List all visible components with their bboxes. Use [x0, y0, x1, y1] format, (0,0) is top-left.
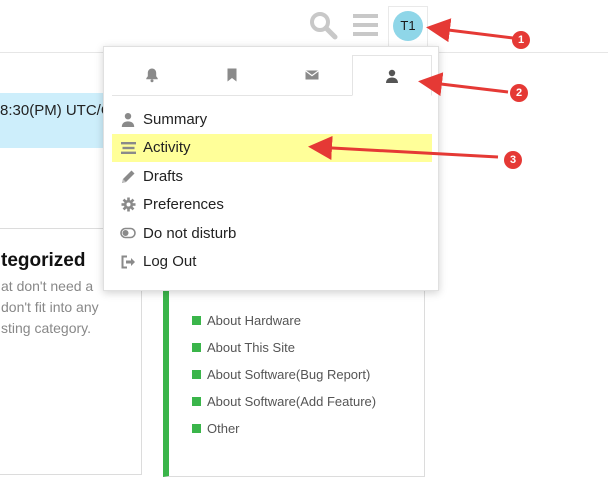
- user-menu-dropdown: Summary Activity Drafts Preferences Do n…: [103, 46, 439, 291]
- subcategory-label[interactable]: About This Site: [207, 340, 295, 355]
- user-menu-list: Summary Activity Drafts Preferences Do n…: [112, 105, 432, 276]
- tab-notifications[interactable]: [112, 55, 192, 95]
- subcategory-label[interactable]: About Software(Add Feature): [207, 394, 376, 409]
- category-desc-line: sting category.: [1, 320, 92, 336]
- tab-messages[interactable]: [272, 55, 352, 95]
- category-color-square: [192, 343, 201, 352]
- banner-text: 8:30(PM) UTC/G: [0, 102, 113, 119]
- tab-bookmarks[interactable]: [192, 55, 272, 95]
- bookmark-icon: [227, 68, 237, 82]
- bell-icon: [146, 68, 158, 83]
- menu-item-log-out[interactable]: Log Out: [112, 248, 432, 277]
- annotation-badge: 2: [510, 84, 528, 102]
- menu-item-drafts[interactable]: Drafts: [112, 162, 432, 191]
- category-color-square: [192, 316, 201, 325]
- stream-icon: [120, 141, 136, 154]
- sign-out-icon: [121, 255, 135, 269]
- menu-item-do-not-disturb[interactable]: Do not disturb: [112, 219, 432, 248]
- avatar[interactable]: T1: [393, 11, 423, 41]
- subcategory-item[interactable]: Other: [192, 415, 376, 442]
- user-menu-tabs: [112, 55, 432, 96]
- toggle-icon: [120, 227, 136, 239]
- subcategory-card: About Hardware About This Site About Sof…: [163, 265, 425, 477]
- pencil-icon: [121, 170, 134, 183]
- category-color-square: [192, 397, 201, 406]
- subcategory-item[interactable]: About This Site: [192, 334, 376, 361]
- annotation-badge: 1: [512, 31, 530, 49]
- user-icon: [121, 112, 135, 127]
- search-button[interactable]: [308, 10, 338, 40]
- search-icon: [310, 12, 338, 40]
- timezone-banner: 8:30(PM) UTC/G: [0, 93, 120, 148]
- envelope-icon: [305, 70, 319, 80]
- subcategory-item[interactable]: About Software(Add Feature): [192, 388, 376, 415]
- menu-item-label: Activity: [143, 139, 191, 157]
- menu-item-summary[interactable]: Summary: [112, 105, 432, 134]
- category-color-square: [192, 370, 201, 379]
- hamburger-button[interactable]: [351, 10, 381, 40]
- subcategory-list: About Hardware About This Site About Sof…: [192, 307, 376, 442]
- category-color-square: [192, 424, 201, 433]
- subcategory-label[interactable]: About Hardware: [207, 313, 301, 328]
- annotation-badge: 3: [504, 151, 522, 169]
- subcategory-item[interactable]: About Software(Bug Report): [192, 361, 376, 388]
- menu-item-label: Log Out: [143, 253, 197, 271]
- gear-icon: [121, 197, 135, 212]
- user-icon: [386, 69, 398, 83]
- category-desc-line: don't fit into any: [1, 299, 99, 315]
- subcategory-label[interactable]: About Software(Bug Report): [207, 367, 370, 382]
- hamburger-icon: [353, 14, 378, 36]
- menu-item-label: Drafts: [143, 167, 184, 185]
- menu-item-preferences[interactable]: Preferences: [112, 191, 432, 220]
- tab-profile[interactable]: [352, 55, 432, 96]
- category-title[interactable]: tegorized: [1, 250, 85, 272]
- menu-item-label: Do not disturb: [143, 224, 237, 242]
- subcategory-item[interactable]: About Hardware: [192, 307, 376, 334]
- menu-item-label: Summary: [143, 110, 208, 128]
- subcategory-label[interactable]: Other: [207, 421, 240, 436]
- menu-item-label: Preferences: [143, 196, 224, 214]
- menu-item-activity[interactable]: Activity: [112, 133, 432, 162]
- current-user-menu[interactable]: T1: [388, 6, 428, 46]
